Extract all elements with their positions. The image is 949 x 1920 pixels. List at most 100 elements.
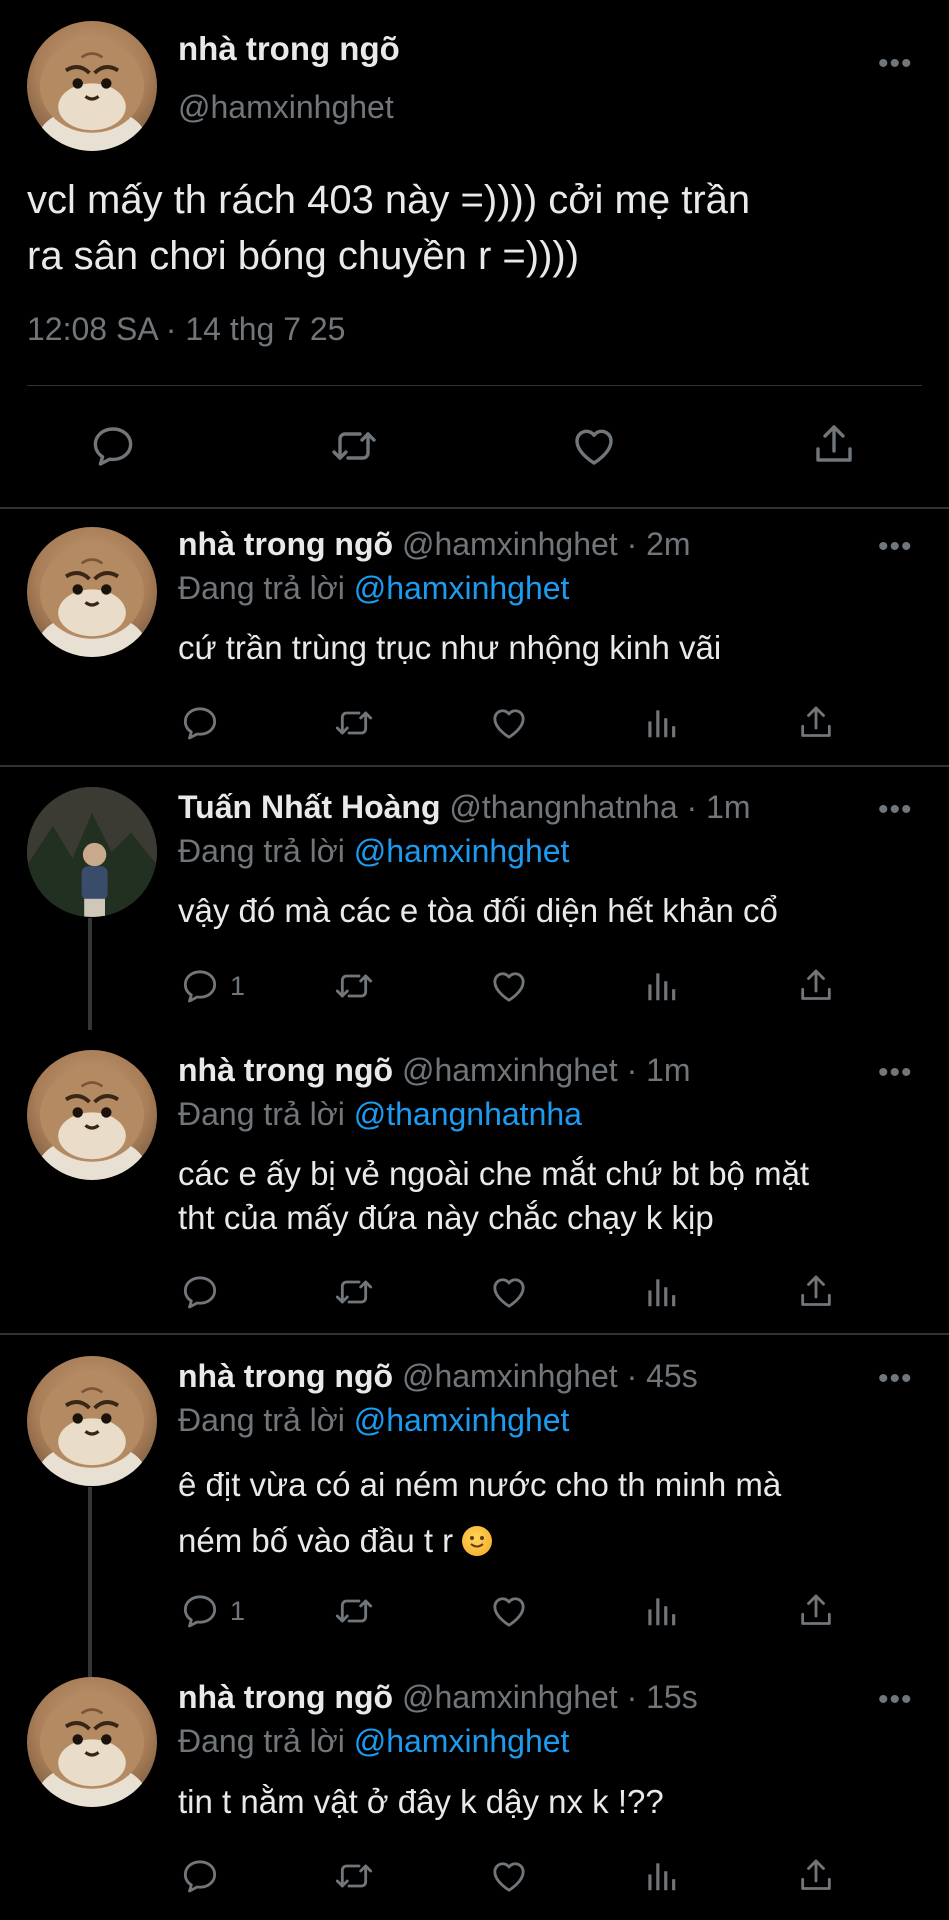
view-stats-icon[interactable]: [642, 1272, 680, 1312]
tweet-text-line: vcl mấy th rách 403 này =)))) cởi mẹ trầ…: [27, 178, 751, 222]
author-name[interactable]: nhà trong ngõ: [178, 1358, 393, 1394]
replying-to: Đang trả lời @hamxinhghet: [178, 1402, 569, 1439]
replying-to-label: Đang trả lời: [178, 833, 345, 869]
more-options-icon[interactable]: •••: [878, 532, 913, 562]
tweet-text: tin t nằm vật ở đây k dậy nx k !??: [178, 1780, 908, 1824]
tweet-text: vcl mấy th rách 403 này =)))) cởi mẹ trầ…: [27, 172, 927, 284]
tweet-text-line: vậy đó mà các e tòa đối diện hết khản cổ: [178, 892, 778, 929]
reply-icon[interactable]: [180, 966, 220, 1006]
replying-to: Đang trả lời @hamxinhghet: [178, 1723, 569, 1760]
mention-link[interactable]: @hamxinhghet: [354, 1723, 570, 1759]
retweet-icon[interactable]: [332, 703, 376, 743]
replying-to-label: Đang trả lời: [178, 1402, 345, 1438]
divider: [27, 385, 922, 386]
retweet-icon[interactable]: [332, 1856, 376, 1896]
author-name[interactable]: nhà trong ngõ: [178, 1679, 393, 1715]
replying-to-label: Đang trả lời: [178, 1723, 345, 1759]
more-options-icon[interactable]: •••: [878, 795, 913, 825]
tweet-text: ê địt vừa có ai ném nước cho th minh mà …: [178, 1457, 908, 1569]
thread-line: [88, 1487, 92, 1677]
view-stats-icon[interactable]: [642, 1856, 680, 1896]
avatar-image: [27, 21, 157, 151]
tweet-timestamp[interactable]: 12:08 SA · 14 thg 7 25: [27, 311, 345, 348]
share-icon[interactable]: [796, 1272, 836, 1312]
reply-header: nhà trong ngõ @hamxinhghet · 2m: [178, 526, 691, 563]
reply-header: nhà trong ngõ @hamxinhghet · 15s: [178, 1679, 698, 1716]
reply-icon[interactable]: [180, 1856, 220, 1896]
avatar[interactable]: [27, 1677, 157, 1807]
author-handle-time[interactable]: @hamxinhghet · 15s: [402, 1679, 698, 1715]
like-icon[interactable]: [488, 703, 530, 743]
more-options-icon[interactable]: •••: [878, 49, 913, 79]
author-handle-time[interactable]: @hamxinhghet · 1m: [402, 1052, 691, 1088]
share-icon[interactable]: [796, 703, 836, 743]
avatar-image: [27, 1050, 157, 1180]
slightly-smiling-face-icon: [462, 1526, 493, 1556]
avatar-image: [27, 1677, 157, 1807]
tweet-text: các e ấy bị vẻ ngoài che mắt chứ bt bộ m…: [178, 1152, 908, 1240]
avatar[interactable]: [27, 1050, 157, 1180]
avatar[interactable]: [27, 21, 157, 151]
reply-icon[interactable]: [180, 703, 220, 743]
author-name[interactable]: nhà trong ngõ: [178, 1052, 393, 1088]
mention-link[interactable]: @thangnhatnha: [354, 1096, 582, 1132]
tweet-text: cứ trần trùng trục như nhộng kinh vãi: [178, 626, 908, 670]
view-stats-icon[interactable]: [642, 703, 680, 743]
reply-count: 1: [230, 971, 246, 1001]
section-separator: [0, 765, 949, 767]
like-icon[interactable]: [488, 1272, 530, 1312]
replying-to: Đang trả lời @hamxinhghet: [178, 570, 569, 607]
share-icon[interactable]: [796, 1856, 836, 1896]
more-options-icon[interactable]: •••: [878, 1058, 913, 1088]
like-icon[interactable]: [488, 1856, 530, 1896]
section-separator: [0, 1333, 949, 1335]
section-separator: [0, 507, 949, 509]
author-name[interactable]: Tuấn Nhất Hoàng: [178, 789, 441, 825]
tweet-text: vậy đó mà các e tòa đối diện hết khản cổ: [178, 889, 908, 933]
reply-header: nhà trong ngõ @hamxinhghet · 45s: [178, 1358, 698, 1395]
like-icon[interactable]: [569, 422, 619, 470]
view-stats-icon[interactable]: [642, 1591, 680, 1631]
author-name[interactable]: nhà trong ngõ: [178, 30, 400, 68]
avatar[interactable]: [27, 787, 157, 917]
share-icon[interactable]: [796, 966, 836, 1006]
tweet-text-line: ê địt vừa có ai ném nước cho th minh mà: [178, 1466, 782, 1503]
tweet-text-line: các e ấy bị vẻ ngoài che mắt chứ bt bộ m…: [178, 1155, 810, 1192]
mention-link[interactable]: @hamxinhghet: [354, 570, 570, 606]
retweet-icon[interactable]: [332, 966, 376, 1006]
reply-header: nhà trong ngõ @hamxinhghet · 1m: [178, 1052, 691, 1089]
retweet-icon[interactable]: [332, 1272, 376, 1312]
reply-icon[interactable]: [180, 1591, 220, 1631]
mention-link[interactable]: @hamxinhghet: [354, 833, 570, 869]
share-icon[interactable]: [796, 1591, 836, 1631]
tweet-text-line: tht của mấy đứa này chắc chạy k kịp: [178, 1199, 714, 1236]
tweet-text-line: tin t nằm vật ở đây k dậy nx k !??: [178, 1783, 664, 1820]
reply-icon[interactable]: [89, 422, 137, 470]
tweet-text-line: ra sân chơi bóng chuyền r =)))): [27, 234, 580, 278]
replying-to-label: Đang trả lời: [178, 570, 345, 606]
avatar[interactable]: [27, 1356, 157, 1486]
like-icon[interactable]: [488, 966, 530, 1006]
more-options-icon[interactable]: •••: [878, 1364, 913, 1394]
retweet-icon[interactable]: [332, 1591, 376, 1631]
share-icon[interactable]: [810, 420, 858, 470]
author-handle-time[interactable]: @thangnhatnha · 1m: [449, 789, 750, 825]
reply-header: Tuấn Nhất Hoàng @thangnhatnha · 1m: [178, 789, 751, 826]
avatar-image: [27, 1356, 157, 1486]
author-handle-time[interactable]: @hamxinhghet · 45s: [402, 1358, 698, 1394]
view-stats-icon[interactable]: [642, 966, 680, 1006]
author-name[interactable]: nhà trong ngõ: [178, 526, 393, 562]
author-handle[interactable]: @hamxinhghet: [178, 89, 394, 126]
retweet-icon[interactable]: [327, 422, 381, 470]
reply-icon[interactable]: [180, 1272, 220, 1312]
avatar-image: [27, 527, 157, 657]
mention-link[interactable]: @hamxinhghet: [354, 1402, 570, 1438]
avatar[interactable]: [27, 527, 157, 657]
more-options-icon[interactable]: •••: [878, 1685, 913, 1715]
author-handle-time[interactable]: @hamxinhghet · 2m: [402, 526, 691, 562]
tweet-text-line: cứ trần trùng trục như nhộng kinh vãi: [178, 629, 722, 666]
avatar-image: [27, 787, 157, 917]
replying-to: Đang trả lời @hamxinhghet: [178, 833, 569, 870]
like-icon[interactable]: [488, 1591, 530, 1631]
tweet-text-line: ném bố vào đầu t r: [178, 1513, 908, 1569]
